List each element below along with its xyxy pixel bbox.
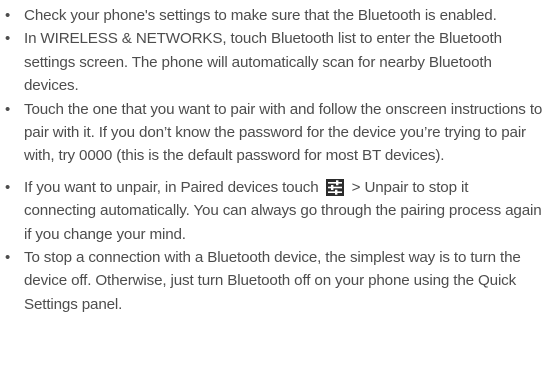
bullet-dot: • xyxy=(5,30,11,48)
bullet-dot: • xyxy=(5,7,11,24)
bullet-list: • Check your phone's settings to make su… xyxy=(0,4,549,316)
list-item: • If you want to unpair, in Paired devic… xyxy=(0,176,549,246)
item-text: To stop a connection with a Bluetooth de… xyxy=(24,249,521,313)
item-text-before-icon: If you want to unpair, in Paired devices… xyxy=(24,178,319,196)
item-text: Check your phone's settings to make sure… xyxy=(24,7,497,24)
list-item: • Touch the one that you want to pair wi… xyxy=(0,98,549,168)
settings-sliders-icon xyxy=(325,178,344,196)
item-text: Touch the one that you want to pair with… xyxy=(24,100,543,165)
list-item: • In WIRELESS & NETWORKS, touch Bluetoot… xyxy=(0,27,549,97)
bullet-dot: • xyxy=(5,178,11,196)
bullet-dot: • xyxy=(5,100,11,118)
instructions-page: • Check your phone's settings to make su… xyxy=(0,0,549,366)
list-item: • To stop a connection with a Bluetooth … xyxy=(0,246,549,316)
list-item: • Check your phone's settings to make su… xyxy=(0,4,549,27)
item-text: In WIRELESS & NETWORKS, touch Bluetooth … xyxy=(24,30,502,95)
bullet-dot: • xyxy=(5,249,11,267)
